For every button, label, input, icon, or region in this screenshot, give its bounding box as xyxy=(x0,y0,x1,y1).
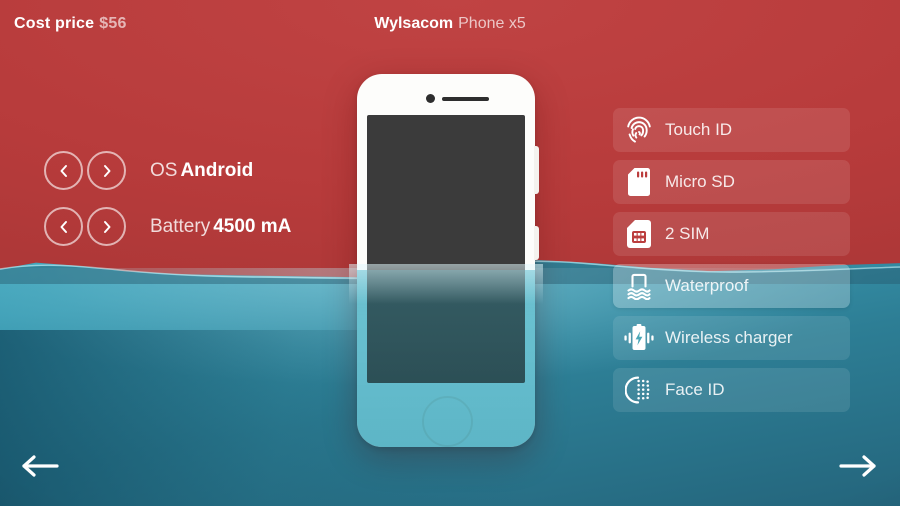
spec-row-os: OS Android xyxy=(44,151,253,190)
feature-label: Waterproof xyxy=(665,276,749,295)
feature-label: Wireless charger xyxy=(665,328,793,347)
sd-card-icon xyxy=(613,160,665,204)
phone-screen xyxy=(367,115,525,383)
spec-battery-label: Battery xyxy=(150,215,211,237)
earpiece-speaker xyxy=(442,97,489,101)
feature-label: Touch ID xyxy=(665,120,733,139)
feature-label: Micro SD xyxy=(665,172,735,191)
feature-item-face-id[interactable]: Face ID xyxy=(613,368,850,412)
chevron-left-icon xyxy=(57,220,71,234)
side-button-upper xyxy=(534,146,539,194)
feature-item-2-sim[interactable]: 2 SIM xyxy=(613,212,850,256)
spec-os-value: Android xyxy=(180,159,254,181)
spec-battery-next-button[interactable] xyxy=(87,207,126,246)
feature-item-touch-id[interactable]: Touch ID xyxy=(613,108,850,152)
brand-name: Wylsacom xyxy=(374,15,454,32)
model-name: Phone x5 xyxy=(458,15,526,32)
feature-label: Face ID xyxy=(665,380,725,399)
chevron-right-icon xyxy=(100,164,114,178)
previous-page-button[interactable] xyxy=(18,446,62,486)
spec-os-text: OS Android xyxy=(150,160,253,182)
spec-battery-prev-button[interactable] xyxy=(44,207,83,246)
spec-os-next-button[interactable] xyxy=(87,151,126,190)
wireless-charger-icon xyxy=(613,316,665,360)
waterproof-icon xyxy=(613,264,665,308)
fingerprint-icon xyxy=(613,108,665,152)
spec-battery-value: 4500 mA xyxy=(213,215,292,237)
feature-item-micro-sd[interactable]: Micro SD xyxy=(613,160,850,204)
feature-label: 2 SIM xyxy=(665,224,710,243)
spec-os-label: OS xyxy=(150,159,178,181)
arrow-right-icon xyxy=(838,453,878,479)
home-button xyxy=(422,396,473,447)
side-button-lower xyxy=(534,226,539,260)
phone-preview xyxy=(349,74,543,447)
feature-item-wireless-charger[interactable]: Wireless charger xyxy=(613,316,850,360)
spec-battery-text: Battery 4500 mA xyxy=(150,216,291,238)
feature-list: Touch ID Micro SD 2 SIM Waterproof Wirel… xyxy=(613,108,850,420)
feature-item-waterproof[interactable]: Waterproof xyxy=(613,264,850,308)
chevron-right-icon xyxy=(100,220,114,234)
sim-card-icon xyxy=(613,212,665,256)
spec-os-prev-button[interactable] xyxy=(44,151,83,190)
next-page-button[interactable] xyxy=(836,446,880,486)
front-camera-icon xyxy=(426,94,435,103)
spec-row-battery: Battery 4500 mA xyxy=(44,207,291,246)
arrow-left-icon xyxy=(20,453,60,479)
chevron-left-icon xyxy=(57,164,71,178)
face-id-icon xyxy=(613,368,665,412)
product-configurator-screen: Cost price $56 Wylsacom Phone x5 OS Andr… xyxy=(0,0,900,506)
page-title: Wylsacom Phone x5 xyxy=(0,15,900,33)
